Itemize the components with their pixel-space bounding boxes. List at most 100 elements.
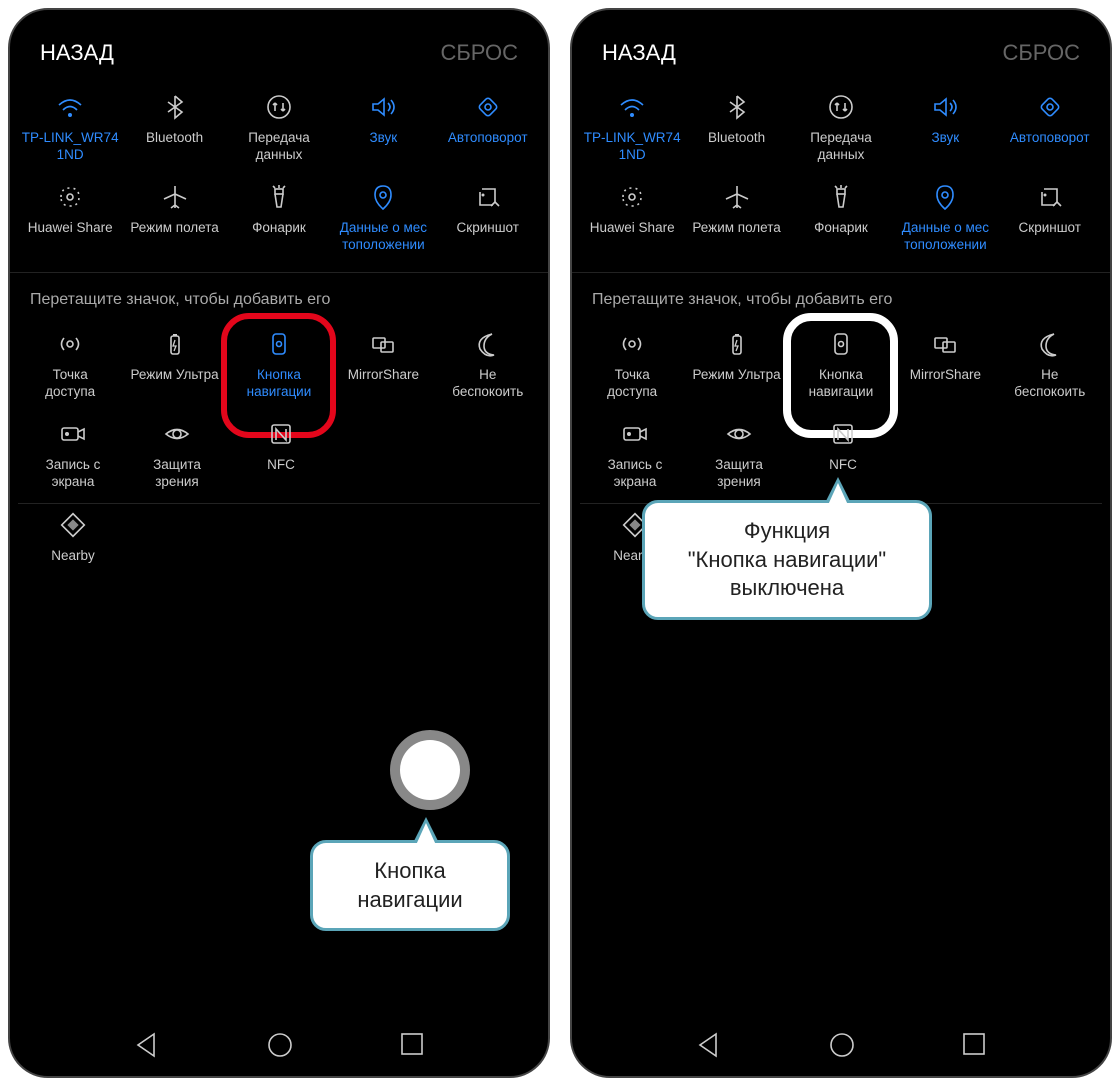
tile-label: Huawei Share [580,220,684,254]
tile-screenshot[interactable]: Скриншот [436,176,540,258]
tile-navbtn[interactable]: Кнопка навигации [789,323,893,405]
tile-label: TP-LINK_WR74 1ND [580,130,684,164]
tile-wifi[interactable]: TP-LINK_WR74 1ND [18,86,122,168]
tile-label: Режим Ультра [123,367,227,401]
tile-bluetooth[interactable]: Bluetooth [123,86,227,168]
tile-label: Передача данных [227,130,331,164]
quick-settings-active: TP-LINK_WR74 1NDBluetoothПередача данных… [10,86,548,266]
header: НАЗАД СБРОС [572,10,1110,86]
tile-label: Кнопка навигации [227,367,331,401]
tile-bluetooth[interactable]: Bluetooth [685,86,789,168]
tile-ultra[interactable]: Режим Ультра [685,323,789,405]
tile-label: Автоповорот [436,130,540,164]
tile-nearby[interactable]: Nearby [21,504,125,586]
tile-label: Точка доступа [18,367,122,401]
tile-label: Передача данных [789,130,893,164]
screenshot-icon [436,180,540,214]
navbtn-icon [789,327,893,361]
tile-location[interactable]: Данные о мес тоположении [331,176,435,258]
nearby-icon [21,508,125,542]
nav-recent-icon[interactable] [400,1032,424,1058]
drag-hint: Перетащите значок, чтобы добавить его [572,272,1110,323]
tile-torch[interactable]: Фонарик [227,176,331,258]
tile-label: MirrorShare [893,367,997,401]
phone-left: НАЗАД СБРОС TP-LINK_WR74 1NDBluetoothПер… [8,8,550,1078]
battery-icon [685,327,789,361]
tile-hotspot[interactable]: Точка доступа [580,323,684,405]
tile-label: Фонарик [227,220,331,254]
location-icon [893,180,997,214]
tile-screenshot[interactable]: Скриншот [998,176,1102,258]
tile-rotate[interactable]: Автоповорот [998,86,1102,168]
tile-airplane[interactable]: Режим полета [685,176,789,258]
wifi-icon [580,90,684,124]
tile-data[interactable]: Передача данных [789,86,893,168]
quick-settings-active: TP-LINK_WR74 1NDBluetoothПередача данных… [572,86,1110,266]
floating-nav-button[interactable] [390,730,470,810]
tile-label: Bluetooth [123,130,227,164]
tile-torch[interactable]: Фонарик [789,176,893,258]
tile-sound[interactable]: Звук [893,86,997,168]
tile-label: Защита зрения [125,457,229,491]
reset-button[interactable]: СБРОС [440,40,518,66]
tile-dnd[interactable]: Не беспокоить [998,323,1102,405]
tile-airplane[interactable]: Режим полета [123,176,227,258]
tile-eyecare[interactable]: Защита зрения [687,413,791,495]
tile-sound[interactable]: Звук [331,86,435,168]
data-icon [227,90,331,124]
tile-label: MirrorShare [331,367,435,401]
tile-navbtn[interactable]: Кнопка навигации [227,323,331,405]
location-icon [331,180,435,214]
data-icon [789,90,893,124]
tile-label: Режим полета [123,220,227,254]
tile-label: Bluetooth [685,130,789,164]
nav-recent-icon[interactable] [962,1032,986,1058]
tile-label: Не беспокоить [436,367,540,401]
tile-record[interactable]: Запись с экрана [21,413,125,495]
tile-dnd[interactable]: Не беспокоить [436,323,540,405]
back-button[interactable]: НАЗАД [602,40,676,66]
tile-eyecare[interactable]: Защита зрения [125,413,229,495]
nfc-icon [791,417,895,451]
tile-hotspot[interactable]: Точка доступа [18,323,122,405]
tile-mirror[interactable]: MirrorShare [893,323,997,405]
tile-label: TP-LINK_WR74 1ND [18,130,122,164]
nfc-icon [229,417,333,451]
tile-label: Режим полета [685,220,789,254]
reset-button[interactable]: СБРОС [1002,40,1080,66]
airplane-icon [685,180,789,214]
phone-right: НАЗАД СБРОС TP-LINK_WR74 1NDBluetoothПер… [570,8,1112,1078]
tile-wifi[interactable]: TP-LINK_WR74 1ND [580,86,684,168]
tile-location[interactable]: Данные о мес тоположении [893,176,997,258]
sound-icon [893,90,997,124]
bluetooth-icon [685,90,789,124]
tile-data[interactable]: Передача данных [227,86,331,168]
tile-huaweishare[interactable]: Huawei Share [18,176,122,258]
nav-home-icon[interactable] [829,1032,855,1058]
tile-label: Режим Ультра [685,367,789,401]
tile-label: Звук [893,130,997,164]
nav-back-icon[interactable] [134,1032,160,1058]
mirror-icon [331,327,435,361]
drag-hint: Перетащите значок, чтобы добавить его [10,272,548,323]
android-navbar [572,1032,1110,1058]
tile-ultra[interactable]: Режим Ультра [123,323,227,405]
tile-rotate[interactable]: Автоповорот [436,86,540,168]
tile-label: Фонарик [789,220,893,254]
battery-icon [123,327,227,361]
tile-record[interactable]: Запись с экрана [583,413,687,495]
tile-mirror[interactable]: MirrorShare [331,323,435,405]
tile-nfc[interactable]: NFC [229,413,333,495]
hotspot-icon [18,327,122,361]
back-button[interactable]: НАЗАД [40,40,114,66]
callout-left: Кнопка навигации [310,840,510,931]
hotspot-icon [580,327,684,361]
torch-icon [227,180,331,214]
share-icon [18,180,122,214]
wifi-icon [18,90,122,124]
tile-huaweishare[interactable]: Huawei Share [580,176,684,258]
nav-home-icon[interactable] [267,1032,293,1058]
nav-back-icon[interactable] [696,1032,722,1058]
android-navbar [10,1032,548,1058]
bluetooth-icon [123,90,227,124]
